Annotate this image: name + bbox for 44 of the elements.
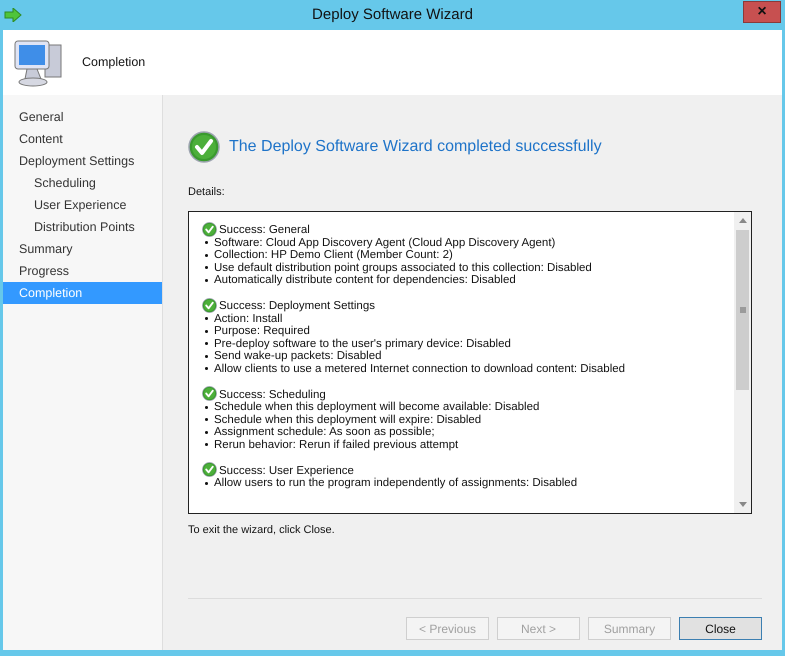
nav-item[interactable]: Scheduling bbox=[3, 172, 162, 194]
success-check-icon bbox=[202, 298, 217, 312]
arrow-icon bbox=[4, 8, 22, 22]
details-label: Details: bbox=[188, 185, 226, 200]
scroll-thumb[interactable] bbox=[736, 230, 749, 390]
detail-line: Rerun behavior: Rerun if failed previous attempt bbox=[214, 438, 458, 451]
detail-line: Send wake-up packets: Disabled bbox=[214, 350, 382, 362]
detail-line: Schedule when this deployment will become available: Disabled bbox=[214, 401, 540, 414]
detail-line: Assignment schedule: As soon as possible; bbox=[214, 426, 435, 438]
detail-line: Software: Cloud App Discovery Agent (Cloud App Discovery Agent) bbox=[214, 236, 556, 249]
exit-hint: To exit the wizard, click Close. bbox=[188, 522, 336, 538]
detail-line: Automatically distribute content for dependencies: Disabled bbox=[214, 274, 516, 286]
window-title: Deploy Software Wizard bbox=[312, 4, 473, 25]
scroll-up-icon[interactable] bbox=[738, 218, 746, 222]
scroll-down-icon[interactable] bbox=[738, 502, 746, 506]
scrollbar[interactable] bbox=[734, 212, 751, 512]
nav-item[interactable]: Content bbox=[3, 128, 162, 150]
nav-item[interactable]: Distribution Points bbox=[3, 216, 162, 238]
section-title: Success: Deployment Settings bbox=[219, 300, 375, 312]
detail-line: Purpose: Required bbox=[214, 325, 310, 338]
nav-item[interactable]: Deployment Settings bbox=[3, 150, 162, 172]
success-check-icon bbox=[188, 131, 220, 163]
grip-icon bbox=[740, 306, 746, 312]
detail-line: Schedule when this deployment will expire: Disabled bbox=[214, 414, 482, 426]
section-title: Success: Scheduling bbox=[219, 388, 326, 401]
detail-line: Pre-deploy software to the user's primary device: Disabled bbox=[214, 338, 511, 350]
result-message: The Deploy Software Wizard completed successfully bbox=[229, 137, 602, 157]
nav-item[interactable]: User Experience bbox=[3, 194, 162, 216]
nav-item[interactable]: Progress bbox=[3, 260, 162, 282]
nav-item[interactable]: Summary bbox=[3, 238, 162, 260]
page-title: Completion bbox=[82, 54, 146, 72]
wizard-button[interactable]: Close bbox=[679, 617, 762, 640]
detail-line: Allow users to run the program independently of assignments: Disabled bbox=[214, 477, 578, 490]
close-button[interactable]: × bbox=[743, 1, 781, 23]
success-check-icon bbox=[202, 222, 217, 236]
detail-line: Allow clients to use a metered Internet connection to download content: Disabled bbox=[214, 362, 626, 375]
detail-line: Collection: HP Demo Client (Member Count: 2) bbox=[214, 249, 453, 262]
section-title: Success: User Experience bbox=[219, 464, 354, 477]
nav-item[interactable]: General bbox=[3, 106, 162, 128]
detail-line: Action: Install bbox=[214, 312, 282, 325]
detail-line: Use default distribution point groups associated to this collection: Disabled bbox=[214, 262, 592, 274]
success-check-icon bbox=[202, 462, 217, 477]
success-check-icon bbox=[202, 386, 217, 401]
section-title: Success: General bbox=[219, 224, 310, 236]
